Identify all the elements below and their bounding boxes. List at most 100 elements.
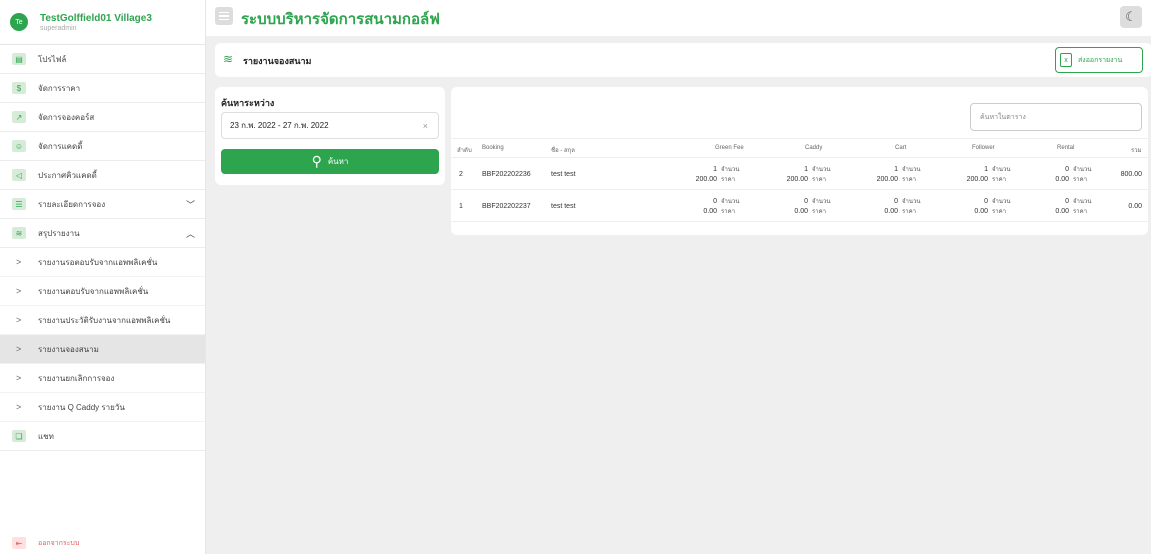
sidebar-subitem-history-report[interactable]: > รายงานประวัติรับงานจากแอพพลิเคชั่น <box>0 306 205 335</box>
chevron-right-icon: > <box>16 286 22 296</box>
column-header-caddy: Caddy <box>805 145 823 151</box>
table-row: 2 BBF202202236 test test 1 จำนวน 200.00 รา… <box>451 159 1148 190</box>
caddy-cell: 1 จำนวน 200.00 ราคา <box>768 165 831 185</box>
sidebar-subitem-cancel-report[interactable]: > รายงานยกเลิกการจอง <box>0 364 205 393</box>
search-button-label: ค้นหา <box>327 157 349 166</box>
users-icon: ☺ <box>12 140 26 152</box>
sidebar-item-label: แชท <box>38 431 54 441</box>
logout-label: ออกจากระบบ <box>38 539 80 547</box>
rental-cell: 0 จำนวน 0.00 ราคา <box>1029 197 1091 217</box>
sidebar-item-chat[interactable]: ❏ แชท <box>0 422 205 451</box>
sidebar-item-reports[interactable]: ≋ สรุปรายงาน ︿ <box>0 219 205 248</box>
cart-cell: 0 จำนวน 0.00 ราคา <box>858 197 920 217</box>
announce-icon: ◁ <box>12 169 26 181</box>
chevron-up-icon[interactable]: ︿ <box>186 227 195 240</box>
excel-icon: x <box>1060 53 1072 67</box>
moon-icon[interactable]: ☾ <box>1120 6 1142 28</box>
sidebar-item-label: โปรไฟล์ <box>38 54 67 64</box>
cart-price: 0.00 <box>884 208 898 215</box>
sidebar-subitem-accepted-report[interactable]: > รายงานตอบรับจากแอพพลิเคชั่น <box>0 277 205 306</box>
dollar-icon: $ <box>12 82 26 94</box>
sidebar-item-profile[interactable]: ▤ โปรไฟล์ <box>0 45 205 74</box>
sidebar-item-booking-details[interactable]: ☰ รายละเอียดการจอง ﹀ <box>0 190 205 219</box>
price-label: ราคา <box>902 177 916 183</box>
qty-label: จำนวน <box>812 167 831 173</box>
export-report-button[interactable]: x ส่งออกรายงาน <box>1055 47 1143 73</box>
price-label: ราคา <box>721 209 735 215</box>
sidebar-item-label: สรุปรายงาน <box>38 228 80 238</box>
rental-qty: 0 <box>1065 166 1069 173</box>
menu-icon[interactable] <box>215 7 233 25</box>
green-fee-price: 200.00 <box>695 176 717 183</box>
follower-cell: 1 จำนวน 200.00 ราคา <box>948 165 1011 185</box>
green-fee-qty: 0 <box>713 198 717 205</box>
sidebar-item-label: ประกาศคิวแคดดี้ <box>38 170 97 180</box>
sidebar-subitem-label: รายงาน Q Caddy รายวัน <box>38 402 125 412</box>
sidebar-item-pricing[interactable]: $ จัดการราคา <box>0 74 205 103</box>
logout-icon: ⇤ <box>12 537 26 549</box>
caddy-cell: 0 จำนวน 0.00 ราคา <box>768 197 830 217</box>
avatar[interactable]: Te <box>10 13 28 31</box>
price-label: ราคา <box>812 209 826 215</box>
table-search-input[interactable] <box>970 103 1142 131</box>
follower-cell: 0 จำนวน 0.00 ราคา <box>948 197 1010 217</box>
price-label: ราคา <box>902 209 916 215</box>
caddy-qty: 0 <box>804 198 808 205</box>
logout-button[interactable]: ⇤ ออกจากระบบ <box>12 537 79 549</box>
rental-cell: 0 จำนวน 0.00 ราคา <box>1029 165 1091 185</box>
chevron-right-icon: > <box>16 402 22 412</box>
cart-qty: 0 <box>894 198 898 205</box>
app-title: ระบบบริหารจัดการสนามกอล์ฟ <box>241 11 440 28</box>
date-range-input[interactable]: 23 ก.พ. 2022 - 27 ก.พ. 2022 × <box>221 112 439 139</box>
column-header-no: ลำดับ <box>457 148 472 154</box>
column-header-rental: Rental <box>1057 145 1075 151</box>
column-header-green-fee: Green Fee <box>715 145 744 151</box>
price-label: ราคา <box>992 209 1006 215</box>
sidebar-item-label: รายละเอียดการจอง <box>38 199 106 209</box>
sidebar: Te TestGolffield01 Village3 superadmin ▤… <box>0 0 206 554</box>
sidebar-subitem-pending-report[interactable]: > รายงานรอตอบรับจากแอพพลิเคชั่น <box>0 248 205 277</box>
qty-label: จำนวน <box>902 199 921 205</box>
chevron-right-icon: > <box>16 257 22 267</box>
search-icon: ⚲ <box>311 153 322 169</box>
cart-cell: 1 จำนวน 200.00 ราคา <box>858 165 921 185</box>
id-card-icon: ▤ <box>12 53 26 65</box>
caddy-qty: 1 <box>804 166 808 173</box>
sidebar-item-course-booking[interactable]: ↗ จัดการจองคอร์ส <box>0 103 205 132</box>
column-header-cart: Cart <box>895 145 907 151</box>
row-name: test test <box>551 171 576 178</box>
search-label: ค้นหาระหว่าง <box>221 98 275 108</box>
sidebar-subitem-q-caddy-report[interactable]: > รายงาน Q Caddy รายวัน <box>0 393 205 422</box>
sidebar-subitem-label: รายงานตอบรับจากแอพพลิเคชั่น <box>38 286 149 296</box>
column-header-name: ชื่อ - สกุล <box>551 148 575 154</box>
row-booking: BBF202202237 <box>482 203 531 210</box>
profile-role: superadmin <box>40 24 77 32</box>
cart-qty: 1 <box>894 166 898 173</box>
follower-price: 0.00 <box>974 208 988 215</box>
green-fee-qty: 1 <box>713 166 717 173</box>
caddy-price: 200.00 <box>786 176 808 183</box>
search-button[interactable]: ⚲ ค้นหา <box>221 149 439 174</box>
row-name: test test <box>551 203 576 210</box>
sidebar-subitem-course-booking-report[interactable]: > รายงานจองสนาม <box>0 335 205 364</box>
qty-label: จำนวน <box>812 199 831 205</box>
row-booking: BBF202202236 <box>482 171 531 178</box>
sidebar-subitem-label: รายงานจองสนาม <box>38 344 99 354</box>
sidebar-item-caddy-queue[interactable]: ◁ ประกาศคิวแคดดี้ <box>0 161 205 190</box>
sidebar-item-caddy[interactable]: ☺ จัดการแคดดี้ <box>0 132 205 161</box>
green-fee-cell: 0 จำนวน 0.00 ราคา <box>677 197 739 217</box>
qty-label: จำนวน <box>721 199 740 205</box>
chevron-right-icon: > <box>16 373 22 383</box>
chevron-down-icon[interactable]: ﹀ <box>186 198 195 211</box>
follower-price: 200.00 <box>966 176 988 183</box>
clear-icon[interactable]: × <box>423 121 428 131</box>
profile-header: Te TestGolffield01 Village3 superadmin <box>0 0 205 45</box>
qty-label: จำนวน <box>1073 167 1092 173</box>
date-range-value: 23 ก.พ. 2022 - 27 ก.พ. 2022 <box>230 121 329 130</box>
price-label: ราคา <box>721 177 735 183</box>
sidebar-subitem-label: รายงานประวัติรับงานจากแอพพลิเคชั่น <box>38 315 171 325</box>
row-total: 800.00 <box>1120 171 1142 178</box>
qty-label: จำนวน <box>902 167 921 173</box>
follower-qty: 1 <box>984 166 988 173</box>
cart-price: 200.00 <box>876 176 898 183</box>
